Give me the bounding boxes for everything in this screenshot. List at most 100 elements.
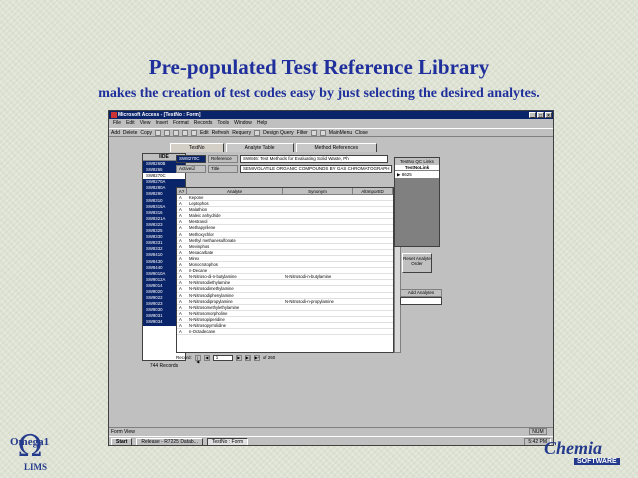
col-header-analyte[interactable]: Analyte (187, 188, 283, 194)
first-record-icon[interactable]: |◀ (194, 354, 201, 363)
table-cell[interactable] (353, 299, 393, 304)
table-cell[interactable] (353, 207, 393, 212)
test-code-field[interactable]: SW8270C (176, 155, 206, 163)
menu-view[interactable]: View (140, 119, 151, 127)
table-cell[interactable] (353, 244, 393, 249)
table-cell[interactable] (283, 329, 353, 334)
close-button[interactable]: Close (355, 130, 368, 136)
save-icon[interactable] (254, 129, 261, 136)
table-cell[interactable]: A (177, 280, 187, 285)
table-cell[interactable]: n-Decane (187, 268, 283, 273)
table-cell[interactable]: A (177, 299, 187, 304)
record-current-input[interactable]: 1 (212, 354, 233, 361)
table-cell[interactable] (353, 305, 393, 310)
table-cell[interactable] (353, 317, 393, 322)
requery-button[interactable]: Requery (232, 130, 251, 136)
add-analytes-combo[interactable] (400, 297, 442, 305)
col-header-synonym[interactable]: Synonym (283, 188, 353, 194)
delete-button[interactable]: Delete (123, 130, 137, 136)
table-cell[interactable] (353, 213, 393, 218)
table-cell[interactable] (283, 256, 353, 261)
table-cell[interactable] (353, 323, 393, 328)
table-cell[interactable]: A (177, 213, 187, 218)
table-cell[interactable]: A (177, 262, 187, 267)
table-cell[interactable]: Methapyrilene (187, 225, 283, 230)
table-cell[interactable]: A (177, 207, 187, 212)
table-cell[interactable]: A (177, 219, 187, 224)
filter-button[interactable]: Filter (297, 130, 308, 136)
menu-insert[interactable]: Insert (155, 119, 168, 127)
table-cell[interactable]: Methoxychlor (187, 232, 283, 237)
start-button[interactable]: Start (111, 437, 133, 445)
design-query-button[interactable]: Design Query (263, 130, 294, 136)
table-cell[interactable] (353, 256, 393, 261)
table-cell[interactable] (283, 213, 353, 218)
table-cell[interactable]: N-Nitrosomethylethylamine (187, 305, 283, 310)
maximize-icon[interactable]: □ (537, 112, 544, 119)
paste-icon[interactable] (182, 129, 189, 136)
table-cell[interactable]: A (177, 311, 187, 316)
last-record-icon[interactable]: ▶| (244, 354, 251, 361)
table-cell[interactable]: Kepone (187, 195, 283, 200)
table-cell[interactable]: A (177, 232, 187, 237)
table-cell[interactable]: N-Nitrosodi-n-propylamine (283, 299, 353, 304)
tab-method-references[interactable]: Method References (295, 143, 378, 152)
menu-file[interactable]: File (113, 119, 121, 127)
table-cell[interactable] (283, 238, 353, 243)
table-cell[interactable] (283, 286, 353, 291)
edit-button[interactable]: Edit (200, 130, 209, 136)
menu-help[interactable]: Help (257, 119, 267, 127)
new-record-icon[interactable]: ▶* (253, 354, 260, 361)
table-cell[interactable]: N-Nitroso-di-n-butylamine (187, 274, 283, 279)
table-cell[interactable]: Mevinphos (187, 244, 283, 249)
table-cell[interactable] (283, 219, 353, 224)
menu-window[interactable]: Window (234, 119, 252, 127)
table-cell[interactable] (283, 262, 353, 267)
table-cell[interactable]: A (177, 201, 187, 206)
table-cell[interactable] (283, 317, 353, 322)
table-cell[interactable]: A (177, 195, 187, 200)
close-icon[interactable]: × (545, 112, 552, 119)
table-cell[interactable] (353, 280, 393, 285)
table-cell[interactable]: Mexacarbate (187, 250, 283, 255)
table-cell[interactable] (353, 329, 393, 334)
menu-tools[interactable]: Tools (217, 119, 229, 127)
undo-icon[interactable] (191, 129, 198, 136)
table-cell[interactable]: N-Nitrosodimethylamine (187, 286, 283, 291)
table-cell[interactable]: N-Nitrosopyrrolidine (187, 323, 283, 328)
table-cell[interactable] (283, 311, 353, 316)
tab-analyte-table[interactable]: Analyte Table (225, 143, 294, 152)
table-cell[interactable]: A (177, 323, 187, 328)
menu-records[interactable]: Records (194, 119, 213, 127)
table-cell[interactable] (283, 250, 353, 255)
col-header-a[interactable]: A? (177, 188, 187, 194)
table-cell[interactable] (353, 195, 393, 200)
table-cell[interactable]: Methyl methanesulfonate (187, 238, 283, 243)
table-cell[interactable] (283, 293, 353, 298)
preview-icon[interactable] (164, 129, 171, 136)
table-cell[interactable] (283, 201, 353, 206)
table-cell[interactable]: A (177, 250, 187, 255)
table-cell[interactable] (353, 286, 393, 291)
table-cell[interactable]: A (177, 274, 187, 279)
table-cell[interactable]: N-Nitrosomorpholine (187, 311, 283, 316)
table-cell[interactable] (353, 238, 393, 243)
active-checkbox[interactable]: ☑ (191, 166, 195, 171)
table-cell[interactable] (283, 195, 353, 200)
cut-icon[interactable] (173, 129, 180, 136)
table-cell[interactable]: A (177, 329, 187, 334)
table-cell[interactable] (283, 280, 353, 285)
table-cell[interactable]: Leptophos (187, 201, 283, 206)
table-cell[interactable]: A (177, 225, 187, 230)
copy-button[interactable]: Copy (140, 130, 152, 136)
table-cell[interactable]: Maleic anhydride (187, 213, 283, 218)
table-cell[interactable]: n-Octadecane (187, 329, 283, 334)
title-field[interactable]: SEMIVOLATILE ORGANIC COMPOUNDS BY GAS CH… (240, 165, 392, 173)
table-cell[interactable] (353, 232, 393, 237)
sort-icon[interactable] (310, 129, 317, 136)
minimize-icon[interactable]: _ (529, 112, 536, 119)
table-cell[interactable]: Malathion (187, 207, 283, 212)
table-cell[interactable]: A (177, 317, 187, 322)
table-cell[interactable]: A (177, 238, 187, 243)
table-cell[interactable]: A (177, 305, 187, 310)
